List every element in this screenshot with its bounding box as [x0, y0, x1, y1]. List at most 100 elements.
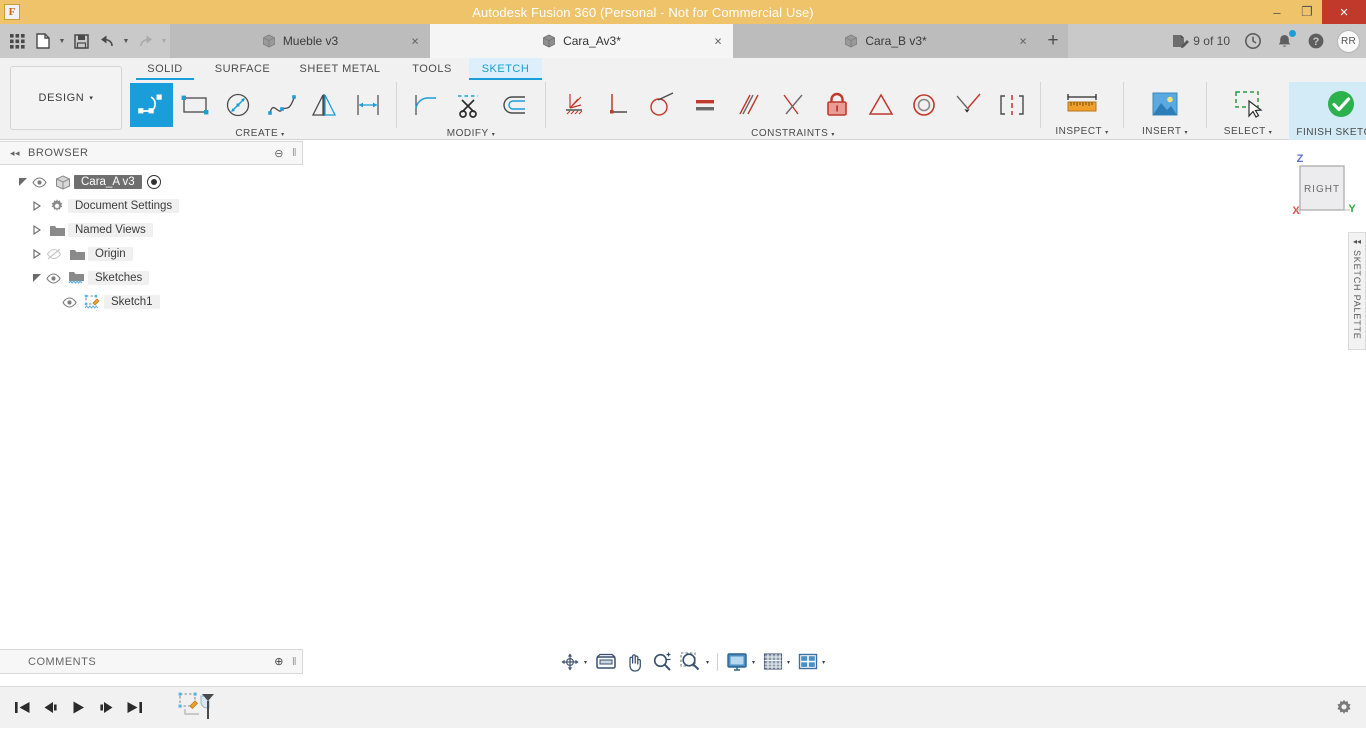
twisty-right-icon[interactable]	[32, 249, 46, 259]
collinear-constraint[interactable]	[859, 83, 903, 127]
maximize-restore-button[interactable]: ❐	[1292, 0, 1322, 24]
tangent-constraint[interactable]	[640, 83, 684, 127]
midpoint-constraint[interactable]	[771, 83, 815, 127]
file-menu-caret-icon[interactable]: ▼	[56, 24, 68, 58]
parallel-constraint[interactable]	[727, 83, 771, 127]
sketch-dimension-tool[interactable]	[552, 83, 596, 127]
ribbon-group-modify-label[interactable]: MODIFY ▾	[403, 128, 539, 140]
job-status-indicator[interactable]: 9 of 10	[1165, 24, 1237, 58]
twisty-down-icon[interactable]	[32, 273, 46, 283]
save-icon[interactable]	[68, 24, 94, 58]
orbit-icon[interactable]	[556, 649, 584, 675]
fix-unfix-constraint[interactable]	[815, 83, 859, 127]
palette-collapse-icon[interactable]: ◂◂	[1353, 237, 1361, 246]
user-avatar[interactable]: RR	[1337, 29, 1360, 53]
undo-icon[interactable]	[94, 24, 120, 58]
line-tool[interactable]	[130, 83, 174, 127]
visibility-eye-icon[interactable]	[32, 176, 52, 188]
file-icon[interactable]	[30, 24, 56, 58]
close-window-button[interactable]: ×	[1322, 0, 1366, 24]
comments-resize-grip[interactable]: ‖	[292, 656, 297, 668]
document-tab-close-button[interactable]: ×	[408, 34, 422, 49]
twisty-right-icon[interactable]	[32, 201, 46, 211]
redo-icon[interactable]	[132, 24, 158, 58]
document-tab-close-button[interactable]: ×	[711, 34, 725, 49]
tab-solid[interactable]: SOLID	[130, 58, 200, 80]
document-tab-mueble[interactable]: Mueble v3 ×	[170, 24, 430, 58]
workspace-switcher-button[interactable]: DESIGN ▾	[10, 66, 122, 130]
browser-item-document-settings[interactable]: Document Settings	[0, 194, 303, 218]
browser-item-sketch1[interactable]: Sketch1	[0, 290, 303, 314]
grid-snaps-caret-icon[interactable]: ▾	[787, 659, 794, 666]
viewports-icon[interactable]	[794, 649, 822, 675]
minimize-button[interactable]: –	[1262, 0, 1292, 24]
view-cube[interactable]: RIGHT Z Y X	[1284, 150, 1360, 220]
play-icon[interactable]	[64, 687, 92, 729]
settings-gear-icon[interactable]	[1334, 698, 1354, 718]
twisty-down-icon[interactable]	[18, 177, 32, 187]
visibility-eye-icon[interactable]	[46, 272, 66, 284]
browser-item-sketches[interactable]: Sketches	[0, 266, 303, 290]
zoom-window-icon[interactable]	[676, 649, 706, 675]
zoom-icon[interactable]	[648, 649, 676, 675]
display-settings-icon[interactable]	[722, 649, 752, 675]
undo-caret-icon[interactable]: ▼	[120, 24, 132, 58]
document-tab-close-button[interactable]: ×	[1016, 34, 1030, 49]
grid-snaps-icon[interactable]	[759, 649, 787, 675]
browser-item-origin[interactable]: Origin	[0, 242, 303, 266]
ribbon-group-constraints-label[interactable]: CONSTRAINTS ▾	[552, 128, 1034, 140]
symmetry-constraint[interactable]	[990, 83, 1034, 127]
grid-apps-icon[interactable]	[4, 24, 30, 58]
browser-resize-grip[interactable]: ‖	[292, 147, 297, 159]
mirror-tool[interactable]	[303, 83, 346, 127]
tab-sketch[interactable]: SKETCH	[469, 58, 542, 80]
tab-surface[interactable]: SURFACE	[200, 58, 285, 80]
browser-collapse-icon[interactable]: ◂◂	[10, 148, 20, 159]
bell-icon[interactable]	[1269, 24, 1300, 58]
step-forward-icon[interactable]	[92, 687, 120, 729]
ribbon-group-create-label[interactable]: CREATE ▾	[130, 128, 390, 140]
help-icon[interactable]: ?	[1300, 24, 1332, 58]
display-settings-caret-icon[interactable]: ▾	[752, 659, 759, 666]
visibility-eye-off-icon[interactable]	[46, 248, 66, 260]
orbit-caret-icon[interactable]: ▾	[584, 659, 591, 666]
circle-tool[interactable]	[217, 83, 260, 127]
redo-caret-icon[interactable]: ▼	[158, 24, 170, 58]
finish-sketch-button[interactable]: FINISH SKETCH▾	[1289, 82, 1366, 140]
step-back-icon[interactable]	[36, 687, 64, 729]
add-comment-button[interactable]: ⊕	[274, 655, 284, 668]
new-tab-button[interactable]: +	[1038, 24, 1068, 58]
insert-button[interactable]: INSERT ▾	[1130, 82, 1200, 138]
equal-constraint[interactable]	[683, 83, 727, 127]
visibility-eye-icon[interactable]	[62, 296, 82, 308]
inspect-button[interactable]: INSPECT ▾	[1047, 82, 1117, 138]
select-button[interactable]: SELECT ▾	[1213, 82, 1283, 138]
trim-tool[interactable]	[447, 83, 491, 127]
concentric-constraint[interactable]	[903, 83, 947, 127]
spline-tool[interactable]	[260, 83, 303, 127]
clock-icon[interactable]	[1237, 24, 1269, 58]
offset-tool[interactable]	[491, 83, 535, 127]
document-tab-cara-b[interactable]: Cara_B v3* ×	[733, 24, 1038, 58]
activate-component-radio[interactable]	[146, 175, 161, 189]
browser-minimize-icon[interactable]: ⊖	[274, 147, 284, 160]
rectangular-pattern-tool[interactable]	[347, 83, 390, 127]
browser-item-cara-a[interactable]: Cara_A v3	[0, 170, 303, 194]
browser-item-named-views[interactable]: Named Views	[0, 218, 303, 242]
perpendicular-constraint[interactable]	[596, 83, 640, 127]
viewports-caret-icon[interactable]: ▾	[822, 659, 829, 666]
document-tab-cara-a[interactable]: Cara_Av3* ×	[430, 24, 733, 58]
sketch-palette-rail[interactable]: ◂◂ SKETCH PALETTE	[1348, 232, 1366, 350]
go-to-beginning-icon[interactable]	[8, 687, 36, 729]
twisty-right-icon[interactable]	[32, 225, 46, 235]
pan-hand-icon[interactable]	[621, 649, 648, 675]
fillet-tool[interactable]	[403, 83, 447, 127]
sketch1-timeline-feature[interactable]	[176, 688, 236, 728]
tab-sheet-metal[interactable]: SHEET METAL	[285, 58, 395, 80]
coincident-constraint[interactable]	[946, 83, 990, 127]
rectangle-tool[interactable]	[173, 83, 216, 127]
zoom-window-caret-icon[interactable]: ▾	[706, 659, 713, 666]
go-to-end-icon[interactable]	[120, 687, 148, 729]
pan-view-icon[interactable]	[591, 649, 621, 675]
tab-tools[interactable]: TOOLS	[395, 58, 469, 80]
